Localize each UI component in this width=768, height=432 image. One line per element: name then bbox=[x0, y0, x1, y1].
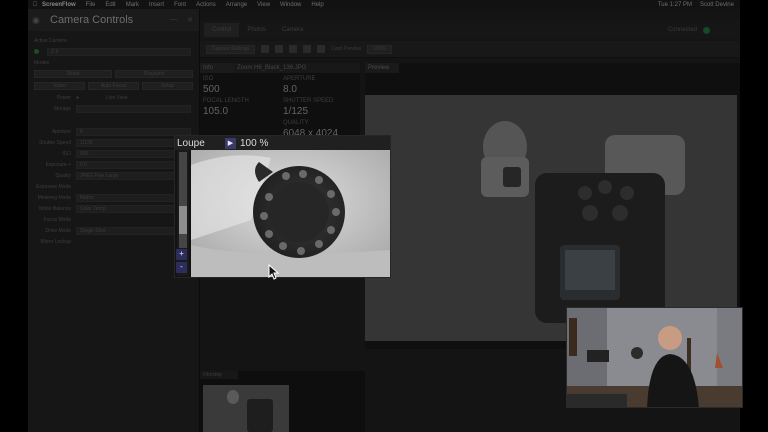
tab-control[interactable]: Control bbox=[204, 23, 240, 37]
menu-app-name[interactable]: ScreenFlow bbox=[42, 2, 76, 8]
connection-status: Connected bbox=[667, 27, 697, 33]
filmstrip-panel: Filmstrip bbox=[200, 371, 365, 432]
exposure-label: Exposure + bbox=[45, 161, 71, 168]
camera-icon: ◉ bbox=[32, 14, 40, 25]
focal-caption: FOCAL LENGTH bbox=[203, 98, 249, 104]
setup-button[interactable]: Setup bbox=[142, 82, 193, 90]
shutter-speed-label: Shutter Speed bbox=[39, 139, 71, 146]
power-label: Power bbox=[56, 94, 71, 101]
shutter-caption: SHUTTER SPEED bbox=[283, 98, 334, 104]
playback-button[interactable]: Playback bbox=[115, 70, 193, 78]
mouse-cursor-icon bbox=[268, 264, 280, 280]
menu-actions[interactable]: Actions bbox=[196, 2, 216, 8]
loupe-zoom-value: 100 % bbox=[240, 137, 269, 149]
menu-file[interactable]: File bbox=[86, 2, 96, 8]
menu-window[interactable]: Window bbox=[280, 2, 301, 8]
active-camera-row: Active Camera bbox=[28, 35, 199, 46]
iso-caption: ISO bbox=[203, 76, 214, 82]
video-button[interactable]: Video bbox=[34, 82, 85, 90]
info-tab[interactable]: Info bbox=[200, 63, 234, 73]
white-balance-label: White Balance bbox=[38, 205, 71, 212]
drive-mode-label: Drive Mode bbox=[45, 227, 71, 234]
camera-controls-titlebar: ◉ Camera Controls — ✕ bbox=[28, 9, 199, 31]
shoot-button[interactable]: Shoot bbox=[34, 70, 112, 78]
menu-view[interactable]: View bbox=[257, 2, 270, 8]
quality-label: Quality bbox=[55, 172, 71, 179]
focal-value: 105.0 bbox=[203, 106, 229, 117]
filmstrip-tab[interactable]: Filmstrip bbox=[200, 371, 238, 379]
status-led-icon bbox=[703, 26, 710, 34]
storage-label: Storage bbox=[53, 105, 71, 112]
menu-arrange[interactable]: Arrange bbox=[226, 2, 247, 8]
card-preview-label[interactable]: Card Preview bbox=[331, 46, 361, 52]
connected-dot-icon bbox=[34, 49, 39, 54]
thumbnail-image bbox=[203, 385, 289, 432]
modes-label: Modes bbox=[34, 59, 50, 66]
preview-tab[interactable]: Preview bbox=[365, 63, 399, 73]
histogram-icon[interactable] bbox=[275, 45, 284, 53]
menu-bar:  ScreenFlow File Edit Mark Insert Font … bbox=[28, 0, 740, 9]
active-camera-label: Active Camera bbox=[34, 37, 67, 44]
filmstrip-thumbnail[interactable] bbox=[203, 385, 289, 432]
mode-segment: Video Auto Focus Setup bbox=[28, 80, 199, 92]
menu-font[interactable]: Font bbox=[174, 2, 186, 8]
rotate-icon[interactable] bbox=[303, 45, 312, 53]
focus-icon[interactable] bbox=[289, 45, 298, 53]
play-icon[interactable]: ▶ bbox=[225, 137, 236, 149]
live-view-label: Live View bbox=[106, 94, 128, 101]
iso-value: 500 bbox=[203, 84, 220, 95]
loupe-title: Loupe bbox=[177, 137, 205, 149]
menu-edit[interactable]: Edit bbox=[105, 2, 115, 8]
exposure-mode-label: Exposure Mode bbox=[35, 183, 71, 190]
iso-label: ISO bbox=[62, 150, 71, 157]
tab-camera[interactable]: Camera bbox=[274, 23, 311, 37]
close-icon[interactable]: ✕ bbox=[187, 16, 193, 24]
zoom-out-button[interactable]: - bbox=[176, 262, 187, 273]
power-row: Power ● Live View bbox=[28, 92, 199, 103]
loupe-window[interactable]: Loupe ▶ 100 % + - bbox=[174, 135, 391, 278]
menu-help[interactable]: Help bbox=[311, 2, 323, 8]
modes-row: Modes bbox=[28, 57, 199, 68]
toolbar: Capture Settings Card Preview 100% bbox=[200, 41, 740, 58]
top-tabs: Control Photos Camera Connected bbox=[200, 21, 740, 39]
magnified-mic-photo bbox=[191, 150, 390, 277]
menu-mark[interactable]: Mark bbox=[126, 2, 139, 8]
zoom-in-button[interactable]: + bbox=[176, 249, 187, 260]
zoom-recorder-photo bbox=[365, 95, 737, 341]
shutter-value: 1/125 bbox=[283, 106, 309, 117]
loupe-header: Loupe ▶ 100 % bbox=[175, 136, 390, 150]
aperture-value: 8.0 bbox=[283, 84, 297, 95]
shoot-playback-segment: Shoot Playback bbox=[28, 68, 199, 80]
aperture-label: Aperture bbox=[51, 128, 71, 135]
mirror-lockup-label: Mirror Lockup bbox=[40, 238, 71, 245]
tab-photos[interactable]: Photos bbox=[239, 23, 274, 37]
focus-mode-label: Focus Mode bbox=[43, 216, 71, 223]
grid-icon[interactable] bbox=[261, 45, 270, 53]
camera-controls-title: Camera Controls bbox=[50, 14, 134, 26]
menu-insert[interactable]: Insert bbox=[149, 2, 164, 8]
slider-knob[interactable] bbox=[179, 206, 187, 234]
metering-mode-label: Metering Mode bbox=[37, 194, 71, 201]
crop-icon[interactable] bbox=[317, 45, 326, 53]
storage-row: Storage bbox=[28, 103, 199, 114]
quality-caption: QUALITY bbox=[283, 120, 309, 126]
minimize-icon[interactable]: — bbox=[170, 16, 177, 24]
presenter-video bbox=[567, 308, 742, 407]
loupe-magnified-image[interactable] bbox=[191, 150, 390, 277]
aperture-caption: APERTURE bbox=[283, 76, 316, 82]
apple-icon[interactable]:  bbox=[28, 2, 42, 8]
capture-settings-button[interactable]: Capture Settings bbox=[206, 44, 256, 54]
menu-clock[interactable]: Tue 1:27 PM bbox=[658, 2, 692, 8]
menu-user[interactable]: Scott Devine bbox=[700, 2, 734, 8]
preview-image[interactable] bbox=[365, 95, 737, 341]
zoom-select[interactable]: 100% bbox=[367, 44, 393, 54]
camera-model-select[interactable]: Z 6 bbox=[47, 47, 191, 56]
webcam-overlay bbox=[566, 307, 743, 408]
auto-focus-button[interactable]: Auto Focus bbox=[88, 82, 139, 90]
camera-select-row[interactable]: Z 6 bbox=[28, 46, 199, 57]
storage-select[interactable] bbox=[76, 104, 191, 113]
info-filename: Zoom H6_Black_136.JPG bbox=[234, 63, 360, 73]
power-toggle[interactable]: ● bbox=[76, 95, 106, 101]
